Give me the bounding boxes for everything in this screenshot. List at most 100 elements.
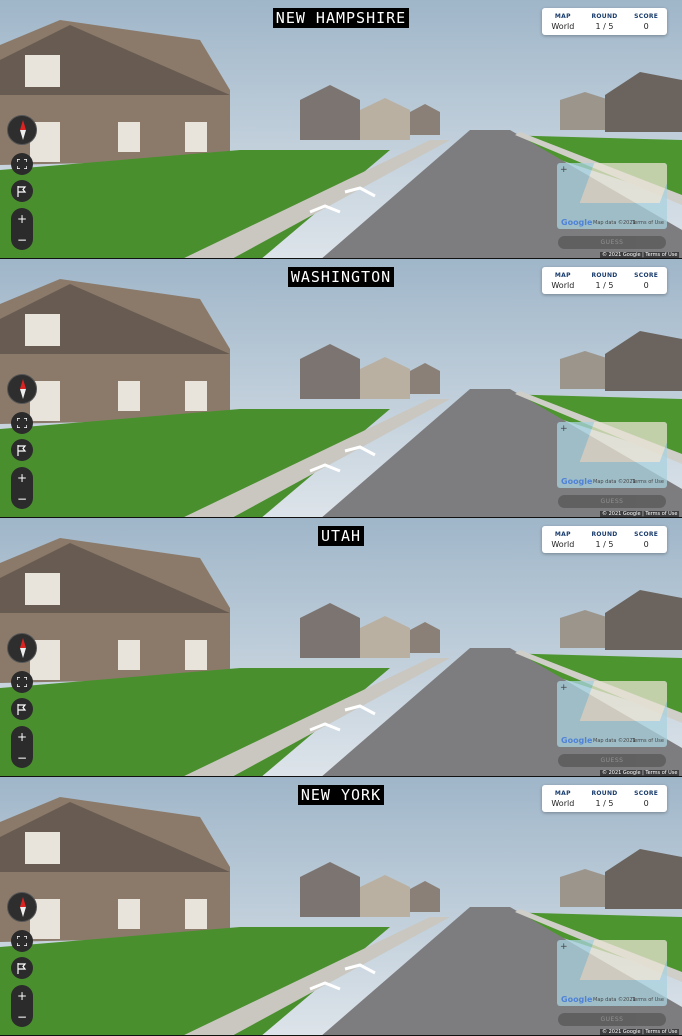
return-to-start-button[interactable] [11, 439, 33, 461]
compass-north-needle [20, 120, 26, 130]
minimap-land [579, 422, 667, 462]
zoom-control[interactable]: + − [11, 467, 33, 509]
google-logo: Google [561, 477, 593, 486]
google-logo: Google [561, 995, 593, 1004]
return-to-start-button[interactable] [11, 957, 33, 979]
round-stat: ROUND 1 / 5 [584, 785, 626, 812]
compass-north-needle [20, 638, 26, 648]
near-house [0, 797, 230, 942]
guess-button[interactable]: GUESS [558, 754, 666, 767]
map-value: World [551, 798, 575, 808]
near-house [0, 538, 230, 683]
round-stat: ROUND 1 / 5 [584, 267, 626, 294]
score-stat: SCORE 0 [625, 526, 667, 553]
score-label: SCORE [634, 789, 659, 797]
round-label: ROUND [591, 271, 618, 279]
compass-icon[interactable] [7, 115, 37, 145]
minimap-terms-link[interactable]: Terms of Use [632, 997, 664, 1003]
map-label: MAP [554, 789, 571, 797]
google-logo: Google [561, 218, 593, 227]
map-stat: MAP World [542, 8, 584, 35]
zoom-in-button[interactable]: + [11, 726, 33, 747]
compass-icon[interactable] [7, 374, 37, 404]
minimap-land [579, 681, 667, 721]
round-label: ROUND [591, 789, 618, 797]
guess-button[interactable]: GUESS [558, 1013, 666, 1026]
flag-icon [17, 185, 27, 197]
round-value: 1 / 5 [595, 280, 614, 290]
score-value: 0 [643, 798, 649, 808]
streetview-panel[interactable]: UTAH MAP World ROUND 1 / 5 SCORE 0 + − +… [0, 518, 682, 777]
zoom-in-button[interactable]: + [11, 467, 33, 488]
guess-minimap[interactable]: + Google Map data ©2021 Terms of Use [557, 940, 667, 1006]
zoom-control[interactable]: + − [11, 985, 33, 1027]
map-data-attribution: Map data ©2021 [593, 738, 636, 744]
score-stat: SCORE 0 [625, 785, 667, 812]
fullscreen-button[interactable] [11, 930, 33, 952]
guess-minimap[interactable]: + Google Map data ©2021 Terms of Use [557, 163, 667, 229]
zoom-out-button[interactable]: − [11, 747, 33, 768]
round-stat: ROUND 1 / 5 [584, 8, 626, 35]
streetview-panel[interactable]: NEW YORK MAP World ROUND 1 / 5 SCORE 0 +… [0, 777, 682, 1036]
score-label: SCORE [634, 271, 659, 279]
zoom-out-button[interactable]: − [11, 1006, 33, 1027]
fullscreen-button[interactable] [11, 671, 33, 693]
score-value: 0 [643, 21, 649, 31]
game-status-box: MAP World ROUND 1 / 5 SCORE 0 [542, 785, 667, 812]
game-status-box: MAP World ROUND 1 / 5 SCORE 0 [542, 8, 667, 35]
minimap-zoom-in-button[interactable]: + [560, 424, 568, 434]
streetview-panel[interactable]: NEW HAMPSHIRE MAP World ROUND 1 / 5 SCOR… [0, 0, 682, 259]
zoom-in-button[interactable]: + [11, 985, 33, 1006]
fullscreen-button[interactable] [11, 412, 33, 434]
return-to-start-button[interactable] [11, 698, 33, 720]
round-stat: ROUND 1 / 5 [584, 526, 626, 553]
map-data-attribution: Map data ©2021 [593, 220, 636, 226]
streetview-panel[interactable]: WASHINGTON MAP World ROUND 1 / 5 SCORE 0 [0, 259, 682, 518]
map-data-attribution: Map data ©2021 [593, 479, 636, 485]
zoom-out-button[interactable]: − [11, 488, 33, 509]
score-value: 0 [643, 539, 649, 549]
fullscreen-icon [17, 936, 27, 946]
flag-icon [17, 962, 27, 974]
minimap-terms-link[interactable]: Terms of Use [632, 738, 664, 744]
guess-button[interactable]: GUESS [558, 495, 666, 508]
map-stat: MAP World [542, 267, 584, 294]
compass-icon[interactable] [7, 892, 37, 922]
score-label: SCORE [634, 530, 659, 538]
compass-south-needle [20, 389, 26, 399]
return-to-start-button[interactable] [11, 180, 33, 202]
compass-south-needle [20, 907, 26, 917]
compass-south-needle [20, 130, 26, 140]
score-value: 0 [643, 280, 649, 290]
zoom-in-button[interactable]: + [11, 208, 33, 229]
minimap-zoom-in-button[interactable]: + [560, 942, 568, 952]
zoom-control[interactable]: + − [11, 726, 33, 768]
flag-icon [17, 703, 27, 715]
minimap-terms-link[interactable]: Terms of Use [632, 479, 664, 485]
round-value: 1 / 5 [595, 539, 614, 549]
map-data-attribution: Map data ©2021 [593, 997, 636, 1003]
fullscreen-icon [17, 677, 27, 687]
compass-icon[interactable] [7, 633, 37, 663]
compass-north-needle [20, 379, 26, 389]
zoom-control[interactable]: + − [11, 208, 33, 250]
round-label: ROUND [591, 12, 618, 20]
minimap-zoom-in-button[interactable]: + [560, 165, 568, 175]
round-value: 1 / 5 [595, 21, 614, 31]
map-value: World [551, 21, 575, 31]
compass-north-needle [20, 897, 26, 907]
map-label: MAP [554, 12, 571, 20]
guess-minimap[interactable]: + Google Map data ©2021 Terms of Use [557, 681, 667, 747]
near-house [0, 20, 230, 165]
map-label: MAP [554, 271, 571, 279]
minimap-land [579, 940, 667, 980]
minimap-zoom-in-button[interactable]: + [560, 683, 568, 693]
zoom-out-button[interactable]: − [11, 229, 33, 250]
minimap-terms-link[interactable]: Terms of Use [632, 220, 664, 226]
fullscreen-icon [17, 418, 27, 428]
fullscreen-button[interactable] [11, 153, 33, 175]
score-stat: SCORE 0 [625, 267, 667, 294]
guess-button[interactable]: GUESS [558, 236, 666, 249]
guess-minimap[interactable]: + Google Map data ©2021 Terms of Use [557, 422, 667, 488]
map-value: World [551, 539, 575, 549]
